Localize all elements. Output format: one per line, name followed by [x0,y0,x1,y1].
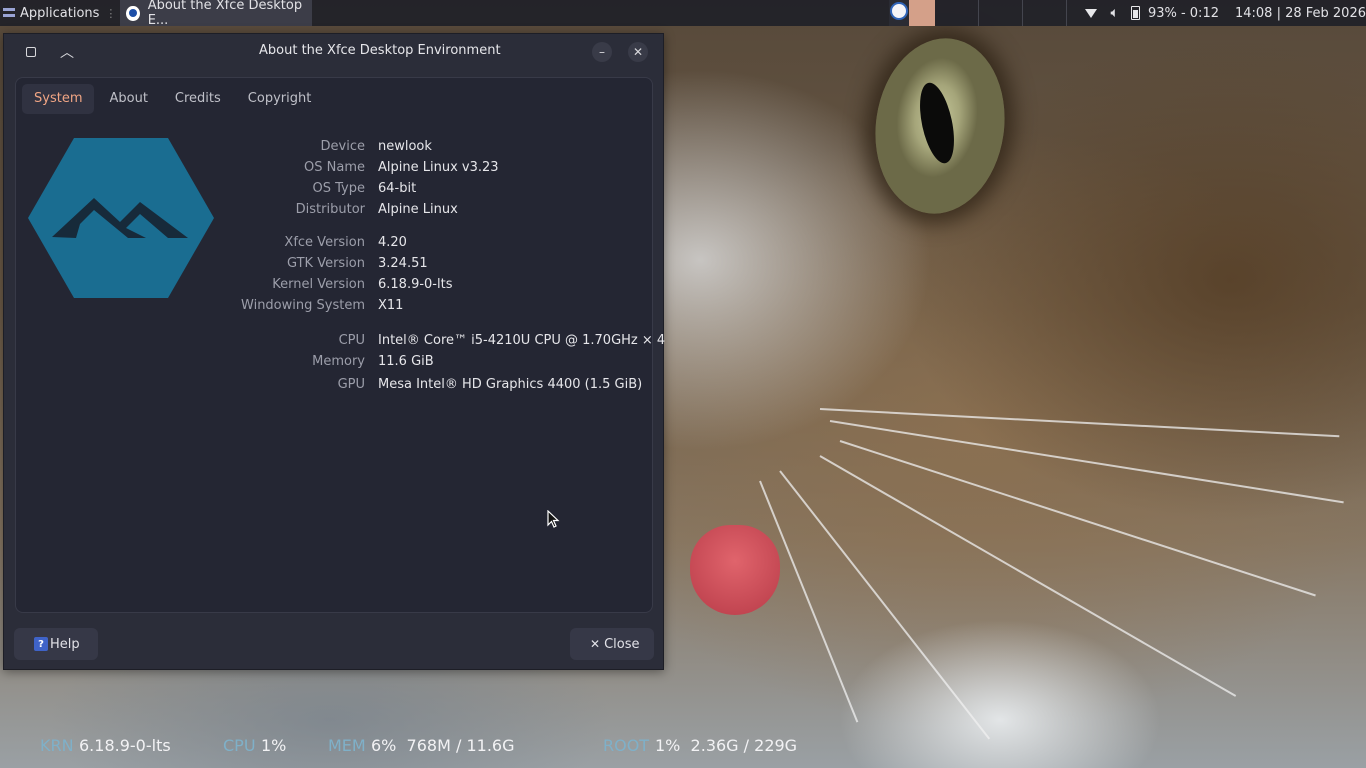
info-label: GPU [337,377,365,392]
info-label: Xfce Version [284,235,365,250]
conky-root-value: 1% 2.36G / 229G [655,736,798,755]
close-x-icon: ✕ [590,637,601,651]
panel-separator-icon: ⋮ [105,6,117,20]
info-label: Distributor [295,202,365,217]
taskbar-window-title: About the Xfce Desktop E... [147,0,303,28]
close-icon[interactable]: ✕ [628,42,648,62]
tab-bar: System About Credits Copyright [22,84,326,114]
info-value: X11 [378,298,404,313]
clock[interactable]: 14:08 | 28 Feb 2026 [1235,6,1366,21]
info-row-gpu: GPU Mesa Intel® HD Graphics 4400 (1.5 Gi… [16,375,652,395]
info-row-os-type: OS Type 64-bit [16,179,652,199]
info-row-device: Device newlook [16,137,652,157]
conky-krn-value: 6.18.9-0-lts [79,736,171,755]
info-value: 11.6 GiB [378,354,434,369]
conky-cpu-key: CPU [223,736,256,755]
top-panel: Applications ⋮ About the Xfce Desktop E.… [0,0,1366,28]
info-row-xfce-version: Xfce Version 4.20 [16,233,652,253]
close-button[interactable]: ✕ Close [570,628,654,660]
info-label: GTK Version [286,256,365,271]
workspace-3[interactable] [1023,0,1067,26]
volume-icon[interactable]: 🔈︎ [1111,5,1119,21]
workspace-pager[interactable] [935,0,1067,26]
tab-system[interactable]: System [22,84,95,114]
info-label: CPU [338,333,365,348]
info-row-kernel-version: Kernel Version 6.18.9-0-lts [16,275,652,295]
workspace-1[interactable] [935,0,979,26]
applications-menu-icon [2,6,16,20]
app-launcher-icon [889,2,908,20]
info-label: Kernel Version [272,277,365,292]
conky-cpu-value: 1% [261,736,287,755]
info-row-windowing-system: Windowing System X11 [16,296,652,316]
conky-monitor: KRN 6.18.9-0-lts CPU 1% MEM 6% 768M / 11… [0,736,1366,760]
info-value: 6.18.9-0-lts [378,277,453,292]
system-tray: 🔈︎ 93% - 0:12 14:08 | 28 Feb 2026 [1073,5,1366,21]
tab-about[interactable]: About [97,84,159,114]
applications-menu[interactable]: Applications [0,0,101,26]
about-xfce-window: ︿ About the Xfce Desktop Environment – ✕… [3,33,666,670]
conky-root-key: ROOT [603,736,650,755]
applications-label: Applications [20,5,100,21]
tab-credits[interactable]: Credits [163,84,233,114]
conky-krn-key: KRN [40,736,74,755]
info-label: Device [320,139,365,154]
minimize-icon[interactable]: – [592,42,612,62]
info-value: Intel® Core™ i5-4210U CPU @ 1.70GHz × 4 [378,333,666,348]
info-value: Alpine Linux [378,202,458,217]
tab-copyright[interactable]: Copyright [236,84,324,114]
notebook-frame: System About Credits Copyright Device ne… [15,77,666,613]
help-icon: ? [34,637,48,651]
close-label: Close [604,636,640,652]
info-row-cpu: CPU Intel® Core™ i5-4210U CPU @ 1.70GHz … [16,331,666,351]
workspace-2[interactable] [979,0,1023,26]
battery-status[interactable]: 93% - 0:12 [1148,6,1219,21]
conky-mem-value: 6% 768M / 11.6G [371,736,515,755]
info-value: Alpine Linux v3.23 [378,160,499,175]
wifi-icon[interactable] [1084,8,1097,18]
info-row-gtk-version: GTK Version 3.24.51 [16,254,652,274]
window-title: About the Xfce Desktop Environment [259,43,501,58]
info-label: OS Name [304,160,365,175]
window-titlebar[interactable]: ︿ About the Xfce Desktop Environment – ✕ [4,34,663,70]
info-value: 64-bit [378,181,417,196]
help-button[interactable]: ? Help [14,628,98,660]
conky-mem-key: MEM [328,736,366,755]
info-label: OS Type [312,181,365,196]
info-value: Mesa Intel® HD Graphics 4400 (1.5 GiB) [378,377,643,392]
info-row-memory: Memory 11.6 GiB [16,352,652,372]
info-value: 4.20 [378,235,407,250]
battery-icon[interactable] [1130,6,1140,20]
info-row-os-name: OS Name Alpine Linux v3.23 [16,158,652,178]
info-value: newlook [378,139,432,154]
tray-app-launcher[interactable] [888,0,935,26]
wallpaper-cat-tongue [690,525,780,615]
info-value: 3.24.51 [378,256,428,271]
mouse-pointer-icon [547,510,560,528]
info-row-distributor: Distributor Alpine Linux [16,200,652,220]
xfce-window-icon [126,5,140,21]
taskbar-window-button[interactable]: About the Xfce Desktop E... [120,0,313,28]
info-label: Memory [312,354,365,369]
info-label: Windowing System [241,298,365,313]
help-label: Help [50,636,80,652]
